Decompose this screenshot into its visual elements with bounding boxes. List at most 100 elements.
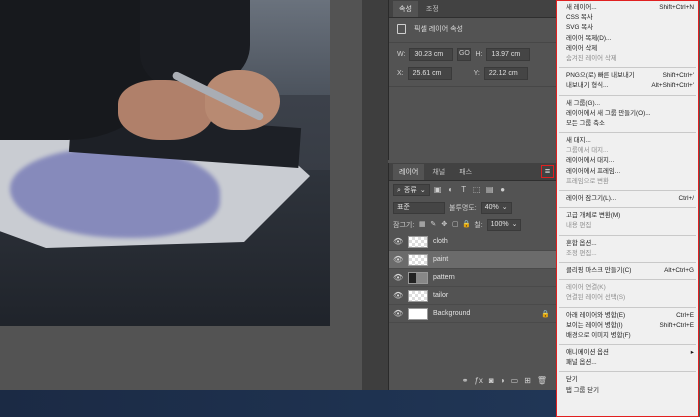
chevron-down-icon: ⌄ — [511, 221, 518, 228]
menu-item-new-layer[interactable]: 새 레이어... Shift+Ctrl+N — [557, 3, 698, 13]
menu-item-label: 닫기 — [566, 376, 578, 384]
adjustment-layer-icon[interactable]: ◑ — [500, 376, 505, 385]
menu-item-artboard-from-layers[interactable]: 레이어에서 대지... — [557, 156, 698, 166]
tab-adjustments[interactable]: 조정 — [420, 1, 445, 17]
canvas-area[interactable] — [0, 0, 362, 390]
menu-item-shortcut: Ctrl+/ — [678, 195, 694, 202]
menu-item-copy-css[interactable]: CSS 복사 — [557, 13, 698, 23]
menu-item-lock-layers[interactable]: 레이어 잠그기(L)... Ctrl+/ — [557, 194, 698, 204]
photoshop-window: 속성 조정 픽셀 레이어 속성 W: 30.23 cm GO H: 13.97 … — [0, 0, 700, 417]
filter-smart-icon[interactable]: ▤ — [485, 185, 495, 195]
menu-item-artboard-from-group[interactable]: 그룹에서 대지... — [557, 146, 698, 156]
layer-name: tailor — [433, 292, 449, 299]
lock-transparent-icon[interactable]: ▦ — [418, 220, 426, 229]
filter-adjust-icon[interactable]: ◐ — [446, 185, 456, 195]
menu-item-convert-to-frame[interactable]: 프레임으로 변환 — [557, 177, 698, 187]
lock-paint-icon[interactable]: ✎ — [429, 220, 437, 229]
layer-row-background[interactable]: 👁 Background 🔒 — [389, 305, 557, 323]
menu-item-label: 연결된 레이어 선택(S) — [566, 294, 626, 302]
menu-item-delete-hidden[interactable]: 숨겨진 레이어 삭제 — [557, 54, 698, 64]
menu-item-close[interactable]: 닫기 — [557, 375, 698, 385]
menu-item-group-from-layers[interactable]: 레이어에서 새 그룹 만들기(O)... — [557, 109, 698, 119]
layers-footer: ⚭ ƒx ◙ ◑ ▭ ⊞ 🗑 — [389, 372, 557, 388]
layer-row-cloth[interactable]: 👁 cloth — [389, 233, 557, 251]
visibility-eye-icon[interactable]: 👁 — [393, 291, 403, 300]
menu-item-merge-down[interactable]: 아래 레이어와 병합(E) Ctrl+E — [557, 311, 698, 321]
lock-row: 잠그기: ▦ ✎ ✥ ▢ 🔒 칠: 100% ⌄ — [389, 216, 556, 233]
link-size-button[interactable]: GO — [457, 48, 472, 61]
layer-row-pattern[interactable]: 👁 pattern — [389, 269, 557, 287]
lock-artboard-icon[interactable]: ▢ — [451, 220, 459, 229]
menu-item-shortcut: Shift+Ctrl+E — [659, 321, 694, 329]
blend-mode-select[interactable]: 표준 — [393, 201, 445, 214]
menu-item-label: 새 대지... — [566, 137, 591, 145]
menu-item-copy-svg[interactable]: SVG 복사 — [557, 23, 698, 33]
menu-item-merge-visible[interactable]: 보이는 레이어 병합(I) Shift+Ctrl+E — [557, 321, 698, 331]
menu-item-shortcut: Ctrl+E — [676, 311, 694, 319]
new-layer-icon[interactable]: ⊞ — [524, 376, 531, 385]
new-group-icon[interactable]: ▭ — [511, 376, 519, 385]
filter-kind-select[interactable]: ⌕ 종류 ⌄ — [393, 184, 430, 196]
menu-item-new-group[interactable]: 새 그룹(G)... — [557, 99, 698, 109]
menu-item-duplicate-layer[interactable]: 레이어 복제(D)... — [557, 34, 698, 44]
tab-properties[interactable]: 속성 — [393, 0, 418, 17]
menu-item-label: 레이어 잠그기(L)... — [566, 195, 617, 202]
width-field[interactable]: 30.23 cm — [409, 48, 454, 61]
document-image[interactable] — [0, 0, 330, 326]
layer-thumbnail — [408, 253, 428, 266]
layer-thumbnail — [408, 289, 428, 302]
link-layers-icon[interactable]: ⚭ — [462, 376, 469, 385]
menu-separator — [559, 261, 696, 263]
layer-thumbnail — [408, 307, 428, 320]
menu-item-convert-smart-object[interactable]: 고급 개체로 변환(M) — [557, 211, 698, 221]
menu-item-select-linked[interactable]: 연결된 레이어 선택(S) — [557, 293, 698, 303]
menu-item-panel-options[interactable]: 패널 옵션... — [557, 358, 698, 368]
layer-row-tailor[interactable]: 👁 tailor — [389, 287, 557, 305]
lock-all-icon[interactable]: 🔒 — [462, 220, 471, 229]
tab-channels[interactable]: 채널 — [426, 164, 451, 180]
panel-gutter — [362, 0, 388, 390]
visibility-eye-icon[interactable]: 👁 — [393, 255, 403, 264]
menu-item-edit-adjustment[interactable]: 조정 편집... — [557, 249, 698, 259]
menu-item-clipping-mask[interactable]: 클리핑 마스크 만들기(C) Alt+Ctrl+G — [557, 266, 698, 276]
add-mask-icon[interactable]: ◙ — [489, 376, 494, 385]
filter-pixel-icon[interactable]: ▣ — [433, 185, 443, 195]
opacity-label: 불투명도: — [449, 204, 477, 212]
menu-item-delete-layer[interactable]: 레이어 삭제 — [557, 44, 698, 54]
menu-item-blending-options[interactable]: 혼합 옵션... — [557, 239, 698, 249]
filter-toggle-icon[interactable]: ● — [498, 185, 508, 195]
menu-item-new-artboard[interactable]: 새 대지... — [557, 136, 698, 146]
menu-item-label: 애니메이션 옵션 — [566, 349, 609, 357]
tab-layers[interactable]: 레이어 — [393, 163, 425, 180]
filter-shape-icon[interactable]: ⬚ — [472, 185, 482, 195]
menu-item-flatten-image[interactable]: 배경으로 이미지 병합(F) — [557, 331, 698, 341]
menu-item-animation-options[interactable]: 애니메이션 옵션 ▸ — [557, 348, 698, 358]
menu-item-export-as[interactable]: 내보내기 형식... Alt+Shift+Ctrl+' — [557, 81, 698, 91]
visibility-eye-icon[interactable]: 👁 — [393, 273, 403, 282]
layers-panel: 레이어 채널 패스 ≡ ⌕ 종류 ⌄ ▣ ◐ T ⬚ ▤ ● 표준 불투명도: … — [388, 163, 557, 390]
lock-move-icon[interactable]: ✥ — [440, 220, 448, 229]
visibility-eye-icon[interactable]: 👁 — [393, 237, 403, 246]
menu-item-collapse-groups[interactable]: 모든 그룹 축소 — [557, 119, 698, 129]
menu-item-label: CSS 복사 — [566, 14, 593, 22]
opacity-field[interactable]: 40% ⌄ — [480, 201, 512, 214]
visibility-eye-icon[interactable]: 👁 — [393, 309, 403, 318]
menu-item-close-tab-group[interactable]: 탭 그룹 닫기 — [557, 386, 698, 396]
fill-field[interactable]: 100% ⌄ — [486, 218, 522, 231]
panel-menu-icon[interactable]: ≡ — [541, 165, 554, 178]
menu-separator — [559, 94, 696, 96]
layer-row-paint[interactable]: 👁 paint — [389, 251, 557, 269]
tab-paths[interactable]: 패스 — [453, 164, 478, 180]
menu-item-link-layers[interactable]: 레이어 연결(K) — [557, 283, 698, 293]
height-field[interactable]: 13.97 cm — [486, 48, 531, 61]
fx-icon[interactable]: ƒx — [474, 376, 482, 385]
trash-icon[interactable]: 🗑 — [537, 376, 547, 385]
menu-item-frame-from-layers[interactable]: 레이어에서 프레임... — [557, 167, 698, 177]
menu-separator — [559, 190, 696, 191]
x-field[interactable]: 25.61 cm — [407, 67, 452, 80]
filter-type-icon[interactable]: T — [459, 185, 469, 195]
menu-item-label: 숨겨진 레이어 삭제 — [566, 54, 617, 62]
menu-item-quick-export-png[interactable]: PNG으(로) 빠른 내보내기 Shift+Ctrl+' — [557, 71, 698, 81]
menu-item-edit-contents[interactable]: 내용 편집 — [557, 221, 698, 231]
y-field[interactable]: 22.12 cm — [483, 67, 528, 80]
